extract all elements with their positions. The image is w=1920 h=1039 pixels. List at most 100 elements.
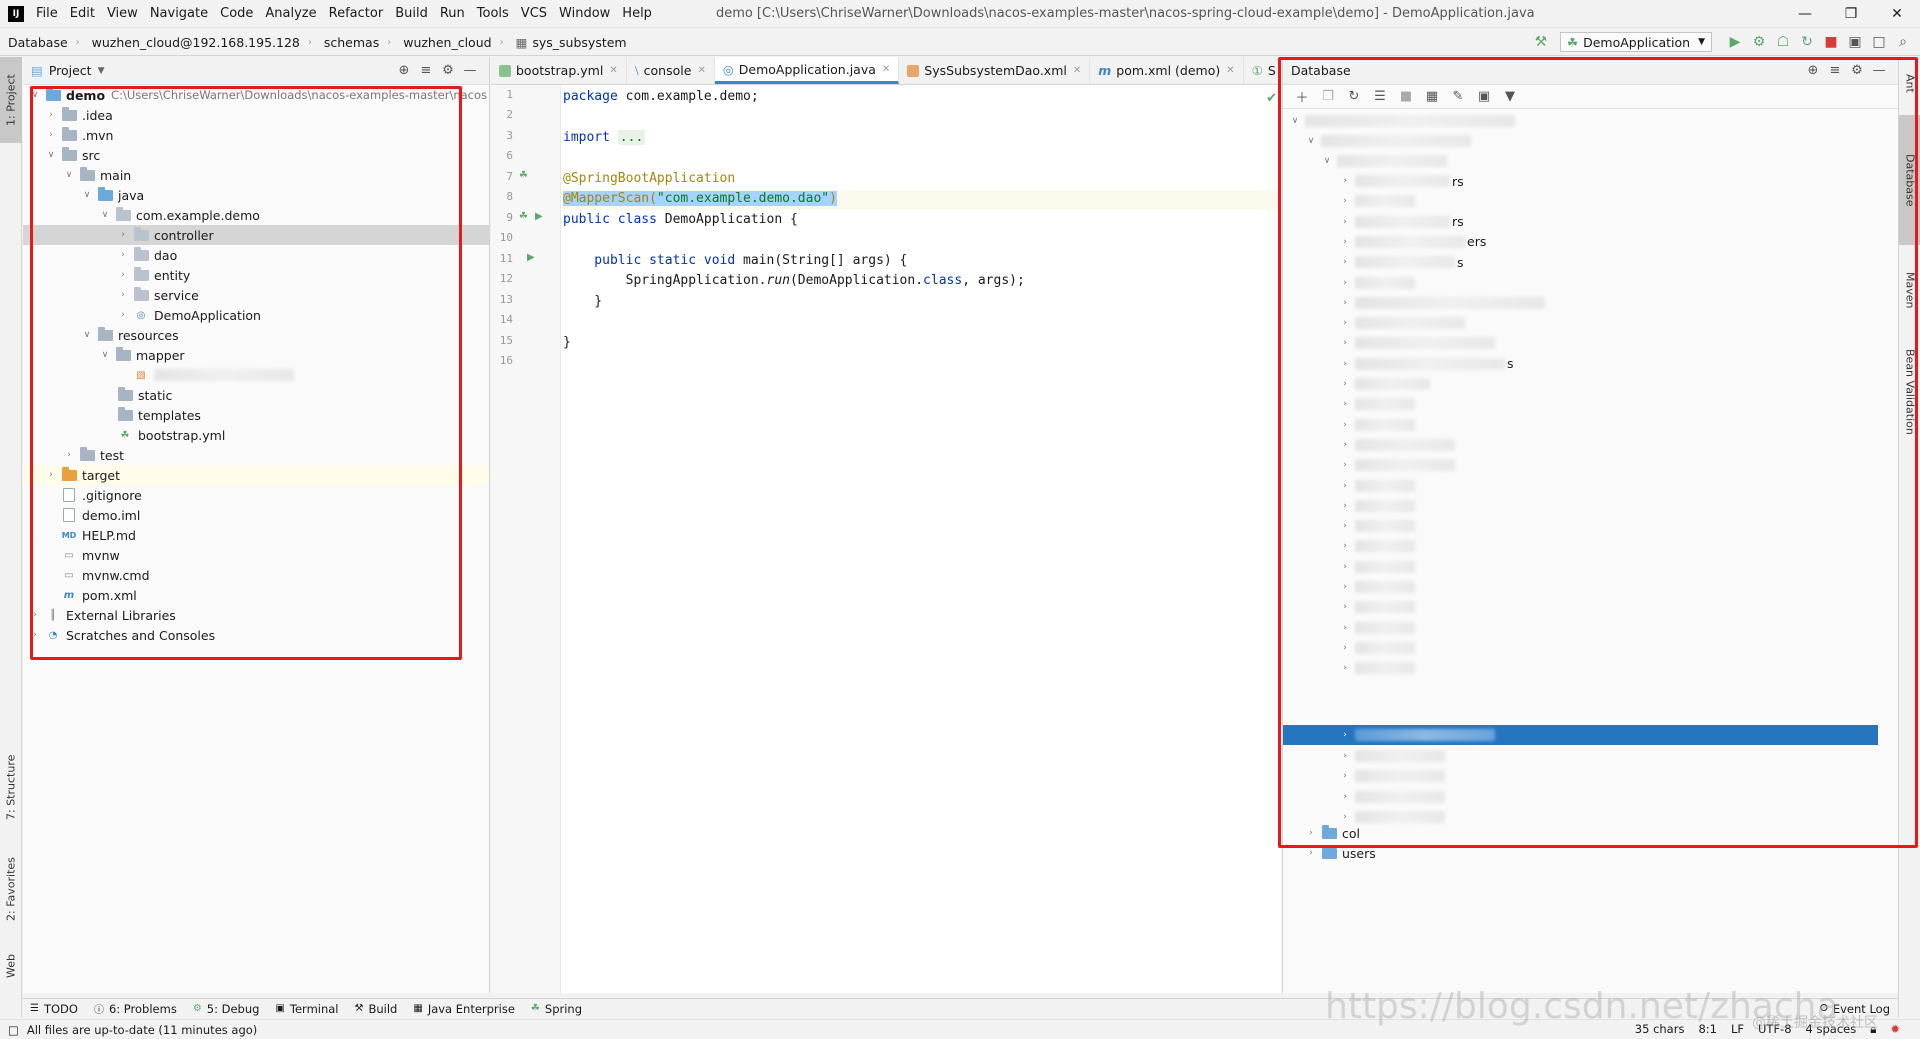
run-configuration-select[interactable]: ☘ DemoApplication ▼ xyxy=(1559,32,1712,52)
java-enterprise-tool-button[interactable]: ▦ Java Enterprise xyxy=(405,1002,523,1016)
spring-tool-button[interactable]: ☘ Spring xyxy=(523,1002,590,1016)
tree-item-iml[interactable]: demo.iml xyxy=(23,505,489,525)
db-table-row[interactable]: › rs xyxy=(1283,212,1878,232)
tree-item-scratches[interactable]: › ◔ Scratches and Consoles xyxy=(23,625,489,645)
caret-position[interactable]: 8:1 xyxy=(1698,1022,1717,1037)
stop-icon[interactable]: ■ xyxy=(1395,86,1417,108)
menu-run[interactable]: Run xyxy=(434,0,471,28)
build-tool-button[interactable]: ⚒ Build xyxy=(347,1002,406,1016)
gear-icon[interactable]: ⚙ xyxy=(437,60,459,82)
tree-item-pom[interactable]: m pom.xml xyxy=(23,585,489,605)
chevron-right-icon[interactable]: › xyxy=(1339,812,1351,822)
tree-item-resources[interactable]: ∨ resources xyxy=(23,325,489,345)
chevron-down-icon[interactable]: ∨ xyxy=(29,90,41,100)
db-table-row[interactable]: › s xyxy=(1283,252,1878,272)
tree-item-mvnw[interactable]: ▭ mvnw xyxy=(23,545,489,565)
db-table-row[interactable]: › xyxy=(1283,787,1878,807)
project-structure-icon[interactable]: ▣ xyxy=(1844,31,1866,53)
chevron-down-icon[interactable]: ∨ xyxy=(1305,136,1317,146)
chevron-right-icon[interactable]: › xyxy=(1339,359,1351,369)
panel-title[interactable]: Project xyxy=(49,63,92,78)
database-tool-button[interactable]: Database xyxy=(1899,115,1920,245)
db-table-row[interactable]: › s xyxy=(1283,354,1878,374)
chevron-right-icon[interactable]: › xyxy=(117,310,129,320)
copy-icon[interactable]: ❐ xyxy=(1317,86,1339,108)
db-table-row[interactable]: › xyxy=(1283,638,1878,658)
chevron-right-icon[interactable]: › xyxy=(1339,440,1351,450)
run-gutter-icon[interactable]: ▶ xyxy=(535,211,543,222)
db-table-row[interactable]: › xyxy=(1283,597,1878,617)
tree-item-dao[interactable]: › dao xyxy=(23,245,489,265)
lock-icon[interactable]: 🔒︎ xyxy=(1870,1022,1876,1037)
chevron-right-icon[interactable]: › xyxy=(1339,751,1351,761)
event-log-tool-button[interactable]: ⭘ Event Log xyxy=(1812,1002,1898,1016)
tab-bootstrap-yml[interactable]: bootstrap.yml ✕ xyxy=(491,57,627,84)
close-icon[interactable]: ✕ xyxy=(697,65,705,76)
indent-setting[interactable]: 4 spaces xyxy=(1806,1022,1857,1037)
chevron-right-icon[interactable]: › xyxy=(1339,379,1351,389)
search-icon[interactable]: ⌕ xyxy=(1892,31,1914,53)
chevron-right-icon[interactable]: › xyxy=(63,450,75,460)
db-table-row[interactable]: › xyxy=(1283,435,1878,455)
breadcrumb-connection[interactable]: wuzhen_cloud@192.168.195.128 › xyxy=(84,35,316,50)
chevron-right-icon[interactable]: › xyxy=(45,110,57,120)
tree-item-gitignore[interactable]: .gitignore xyxy=(23,485,489,505)
close-icon[interactable]: ✕ xyxy=(1073,65,1081,76)
db-table-row[interactable]: › xyxy=(1283,618,1878,638)
menu-code[interactable]: Code xyxy=(214,0,259,28)
tab-console[interactable]: ⧵ console ✕ xyxy=(627,57,715,84)
tree-item-static[interactable]: static xyxy=(23,385,489,405)
chevron-right-icon[interactable]: › xyxy=(1339,643,1351,653)
chevron-right-icon[interactable]: › xyxy=(1339,318,1351,328)
menu-window[interactable]: Window xyxy=(553,0,616,28)
tree-item-mvn[interactable]: › .mvn xyxy=(23,125,489,145)
error-indicator-icon[interactable]: ✹ xyxy=(1890,1022,1900,1037)
chevron-right-icon[interactable]: › xyxy=(1339,663,1351,673)
menu-navigate[interactable]: Navigate xyxy=(144,0,214,28)
no-problems-check-icon[interactable]: ✔ xyxy=(1266,91,1277,106)
db-schema-row[interactable]: ∨ xyxy=(1283,131,1878,151)
structure-tool-button[interactable]: 7: Structure xyxy=(0,747,22,827)
db-table-row[interactable]: › xyxy=(1283,273,1878,293)
db-table-row[interactable]: › xyxy=(1283,293,1878,313)
chevron-right-icon[interactable]: › xyxy=(1339,196,1351,206)
menu-edit[interactable]: Edit xyxy=(64,0,101,28)
project-tool-button[interactable]: 1: Project xyxy=(0,57,22,143)
menu-build[interactable]: Build xyxy=(389,0,434,28)
todo-tool-button[interactable]: ☰ TODO xyxy=(22,1002,86,1016)
chevron-right-icon[interactable]: › xyxy=(1339,298,1351,308)
chevron-right-icon[interactable]: › xyxy=(1339,481,1351,491)
debug-icon[interactable]: ⚙ xyxy=(1748,31,1770,53)
tree-item-controller[interactable]: › controller xyxy=(23,225,489,245)
locate-icon[interactable]: ⊕ xyxy=(1802,60,1824,82)
tree-item-src[interactable]: ∨ src xyxy=(23,145,489,165)
chevron-down-icon[interactable]: ∨ xyxy=(81,330,93,340)
table-view-icon[interactable]: ▦ xyxy=(1421,86,1443,108)
tree-item-package[interactable]: ∨ com.example.demo xyxy=(23,205,489,225)
tree-item-service[interactable]: › service xyxy=(23,285,489,305)
chevron-right-icon[interactable]: › xyxy=(1339,602,1351,612)
minimize-icon[interactable]: — xyxy=(1782,0,1828,28)
chevron-right-icon[interactable]: › xyxy=(1339,460,1351,470)
chevron-down-icon[interactable]: ∨ xyxy=(81,190,93,200)
menu-vcs[interactable]: VCS xyxy=(515,0,553,28)
collapse-all-icon[interactable]: ≡ xyxy=(415,60,437,82)
chevron-right-icon[interactable]: › xyxy=(117,270,129,280)
close-icon[interactable]: ✕ xyxy=(882,64,890,75)
close-icon[interactable]: ✕ xyxy=(1874,0,1920,28)
db-folder-col[interactable]: › col xyxy=(1283,823,1878,843)
tab-demoapplication-java[interactable]: ◎ DemoApplication.java ✕ xyxy=(714,57,900,84)
run-gutter-icon[interactable]: ▶ xyxy=(527,252,535,263)
coverage-icon[interactable]: ☖ xyxy=(1772,31,1794,53)
filter-icon[interactable]: ▼ xyxy=(1499,86,1521,108)
chevron-right-icon[interactable]: › xyxy=(117,250,129,260)
collapse-all-icon[interactable]: ≡ xyxy=(1824,60,1846,82)
stop-icon[interactable]: ■ xyxy=(1820,31,1842,53)
close-icon[interactable]: ✕ xyxy=(1226,65,1234,76)
close-icon[interactable]: ✕ xyxy=(609,65,617,76)
chevron-right-icon[interactable]: › xyxy=(1339,176,1351,186)
restore-icon[interactable]: ❐ xyxy=(1828,0,1874,28)
menu-refactor[interactable]: Refactor xyxy=(323,0,390,28)
console-icon[interactable]: ▣ xyxy=(1473,86,1495,108)
db-table-row[interactable]: › xyxy=(1283,746,1878,766)
